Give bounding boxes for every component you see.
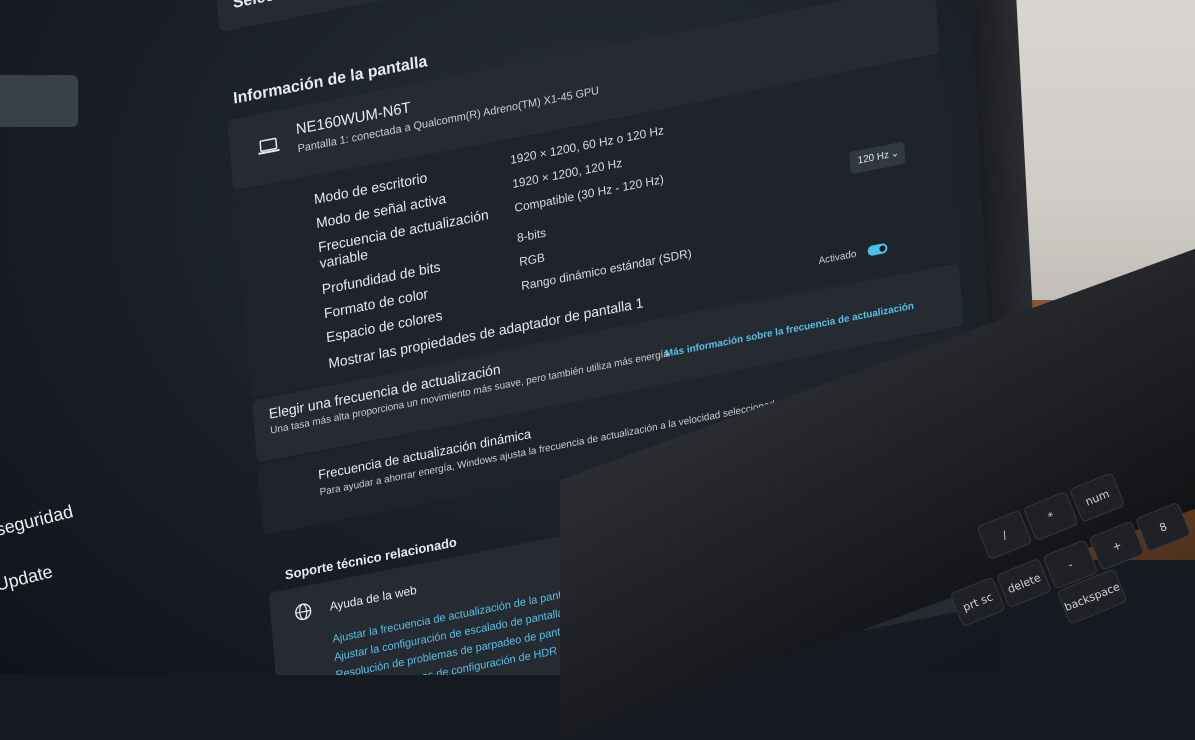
keyboard-key[interactable]: num — [1069, 472, 1126, 523]
keyboard-key[interactable]: * — [1022, 490, 1079, 542]
laptop-icon — [257, 137, 280, 155]
sidebar-selected-item[interactable] — [0, 75, 78, 127]
sidebar-item-security[interactable]: seguridad — [0, 501, 75, 541]
keyboard-key[interactable]: / — [976, 509, 1033, 561]
spec-value: 8-bits — [516, 225, 547, 246]
settings-sidebar: seguridad Update — [0, 0, 200, 675]
select-display-label: Seleccione una pantalla para — [232, 0, 449, 13]
web-help-label[interactable]: Ayuda de la web — [329, 583, 417, 614]
chevron-down-icon: ⌄ — [890, 147, 900, 161]
refresh-rate-value: 120 Hz — [857, 149, 890, 167]
keyboard-key[interactable]: delete — [995, 557, 1053, 609]
sidebar-item-update[interactable]: Update — [0, 561, 55, 595]
globe-icon — [294, 601, 314, 627]
spec-value: Rango dinámico estándar (SDR) — [520, 246, 693, 294]
spec-value: RGB — [518, 250, 546, 270]
keyboard-key[interactable]: prt sc — [949, 576, 1006, 628]
toggle-knob — [879, 245, 886, 253]
keyboard-key[interactable]: 8 — [1135, 501, 1192, 553]
keyboard-key[interactable]: + — [1088, 520, 1145, 571]
